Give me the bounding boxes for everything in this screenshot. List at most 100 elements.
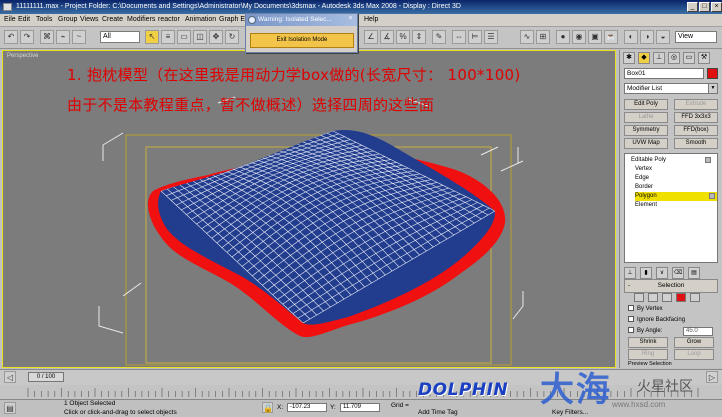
ffd-3x3x3-button[interactable]: FFD 3x3x3 — [674, 112, 718, 123]
show-end-result-icon[interactable]: ▮ — [640, 267, 652, 279]
utilities-tab-icon[interactable]: ⚒ — [698, 52, 710, 64]
maxscript-listener-icon[interactable]: ▤ — [4, 402, 16, 414]
extrude-button[interactable]: Extrude — [674, 99, 718, 110]
symmetry-button[interactable]: Symmetry — [624, 125, 668, 136]
render-last-icon[interactable]: ◒ — [656, 30, 670, 44]
maximize-button[interactable]: □ — [699, 2, 710, 12]
menu-edit[interactable]: Edit — [18, 16, 30, 23]
edge-subobject-icon[interactable] — [648, 293, 658, 302]
render-view-select[interactable]: View — [675, 31, 717, 43]
by-vertex-checkbox[interactable]: By Vertex — [628, 305, 663, 312]
close-button[interactable]: × — [711, 2, 722, 12]
motion-tab-icon[interactable]: ◎ — [668, 52, 680, 64]
watermark-url: www.hxsd.com — [612, 400, 666, 409]
modifier-list-dropdown[interactable]: Modifier List ▼ — [624, 83, 718, 94]
stack-item-border[interactable]: Border — [635, 183, 717, 192]
edit-poly-button[interactable]: Edit Poly — [624, 99, 668, 110]
menu-tools[interactable]: Tools — [36, 16, 52, 23]
selection-region-icon[interactable]: ▭ — [177, 30, 191, 44]
menu-reactor[interactable]: reactor — [158, 16, 180, 23]
menu-help[interactable]: Help — [364, 16, 378, 23]
minimize-button[interactable]: _ — [687, 2, 698, 12]
stack-item-element[interactable]: Element — [635, 201, 717, 210]
menu-group[interactable]: Group — [58, 16, 77, 23]
add-time-tag[interactable]: Add Time Tag — [418, 409, 458, 416]
exit-isolation-mode-button[interactable]: Exit Isolation Mode — [250, 33, 354, 48]
select-move-icon[interactable]: ✥ — [209, 30, 223, 44]
time-slider[interactable]: 0 / 100 — [28, 372, 64, 382]
menu-file[interactable]: Eile — [4, 16, 16, 23]
snap-toggle-icon[interactable]: ∠ — [364, 30, 378, 44]
layer-manager-icon[interactable]: ☰ — [484, 30, 498, 44]
stack-item-polygon[interactable]: Polygon — [635, 192, 717, 201]
undo-icon[interactable]: ↶ — [4, 30, 18, 44]
menu-create[interactable]: Create — [102, 16, 123, 23]
stack-item-editable-poly[interactable]: Editable Poly — [631, 156, 713, 165]
lock-selection-icon[interactable]: 🔒 — [262, 402, 273, 413]
quick-render-icon[interactable]: ☕ — [604, 30, 618, 44]
remove-modifier-icon[interactable]: ⌫ — [672, 267, 684, 279]
schematic-view-icon[interactable]: ⊞ — [536, 30, 550, 44]
stack-item-vertex[interactable]: Vertex — [635, 165, 717, 174]
active-shade-icon[interactable]: ◑ — [640, 30, 654, 44]
ignore-backfacing-checkbox[interactable]: Ignore Backfacing — [628, 316, 685, 323]
configure-modifier-sets-icon[interactable]: ▤ — [688, 267, 700, 279]
make-unique-icon[interactable]: ∨ — [656, 267, 668, 279]
next-frame-icon[interactable]: ▷ — [706, 371, 718, 383]
window-crossing-icon[interactable]: ◫ — [193, 30, 207, 44]
create-tab-icon[interactable]: ✱ — [623, 52, 635, 64]
render-production-icon[interactable]: ◐ — [624, 30, 638, 44]
align-icon[interactable]: ⊨ — [468, 30, 482, 44]
pin-stack-icon[interactable]: ⊥ — [624, 267, 636, 279]
element-subobject-icon[interactable] — [690, 293, 700, 302]
unlink-icon[interactable]: ⌁ — [56, 30, 70, 44]
angle-snap-icon[interactable]: ∡ — [380, 30, 394, 44]
spinner-snap-icon[interactable]: ⇕ — [412, 30, 426, 44]
shrink-button[interactable]: Shrink — [628, 337, 668, 348]
grow-button[interactable]: Grow — [674, 337, 714, 348]
by-angle-checkbox[interactable]: By Angle: — [628, 327, 662, 334]
render-frame-icon[interactable]: ▣ — [588, 30, 602, 44]
loop-button[interactable]: Loop — [674, 349, 714, 360]
border-subobject-icon[interactable] — [662, 293, 672, 302]
y-coord-field[interactable]: 11.709 — [340, 403, 380, 412]
polygon-subobject-icon[interactable] — [676, 293, 686, 302]
vertex-subobject-icon[interactable] — [634, 293, 644, 302]
material-editor-icon[interactable]: ● — [556, 30, 570, 44]
object-name-field[interactable]: Box01 — [624, 68, 704, 79]
hierarchy-tab-icon[interactable]: ⊥ — [653, 52, 665, 64]
selection-filter-select[interactable]: All — [100, 31, 140, 43]
object-color-swatch[interactable] — [707, 68, 718, 79]
ring-button[interactable]: Ring — [628, 349, 668, 360]
modify-tab-icon[interactable]: ◆ — [638, 52, 650, 64]
menu-modifiers[interactable]: Modifiers — [127, 16, 155, 23]
select-link-icon[interactable]: ⌘ — [40, 30, 54, 44]
smooth-button[interactable]: Smooth — [674, 138, 718, 149]
percent-snap-icon[interactable]: % — [396, 30, 410, 44]
mirror-icon[interactable]: ⇔ — [452, 30, 466, 44]
redo-icon[interactable]: ↷ — [20, 30, 34, 44]
time-config-icon[interactable]: ◁ — [4, 371, 16, 383]
warning-close-icon[interactable]: × — [346, 15, 355, 24]
curve-editor-icon[interactable]: ∿ — [520, 30, 534, 44]
menu-views[interactable]: Views — [80, 16, 99, 23]
uvw-map-button[interactable]: UVW Map — [624, 138, 668, 149]
selection-rollout-header[interactable]: - Selection — [624, 279, 718, 293]
select-rotate-icon[interactable]: ↻ — [225, 30, 239, 44]
x-coord-field[interactable]: -107.23 — [287, 403, 327, 412]
stack-toggle-icon — [705, 157, 711, 163]
perspective-viewport[interactable]: Perspective 1. 抱枕模型（在这里我是用动力学box做的(长宽尺寸：… — [2, 50, 616, 368]
stack-item-edge[interactable]: Edge — [635, 174, 717, 183]
select-object-icon[interactable]: ↖ — [145, 30, 159, 44]
menu-animation[interactable]: Animation — [185, 16, 216, 23]
lathe-button[interactable]: Lathe — [624, 112, 668, 123]
select-by-name-icon[interactable]: ≡ — [161, 30, 175, 44]
named-selection-icon[interactable]: ✎ — [432, 30, 446, 44]
angle-value-field[interactable]: 45.0 — [683, 327, 713, 336]
render-setup-icon[interactable]: ◉ — [572, 30, 586, 44]
warning-title: Warning: Isolated Selec... — [258, 16, 332, 23]
bind-space-warp-icon[interactable]: ~ — [72, 30, 86, 44]
track-bar[interactable] — [0, 385, 722, 399]
display-tab-icon[interactable]: ▭ — [683, 52, 695, 64]
ffd-box-button[interactable]: FFD(box) — [674, 125, 718, 136]
